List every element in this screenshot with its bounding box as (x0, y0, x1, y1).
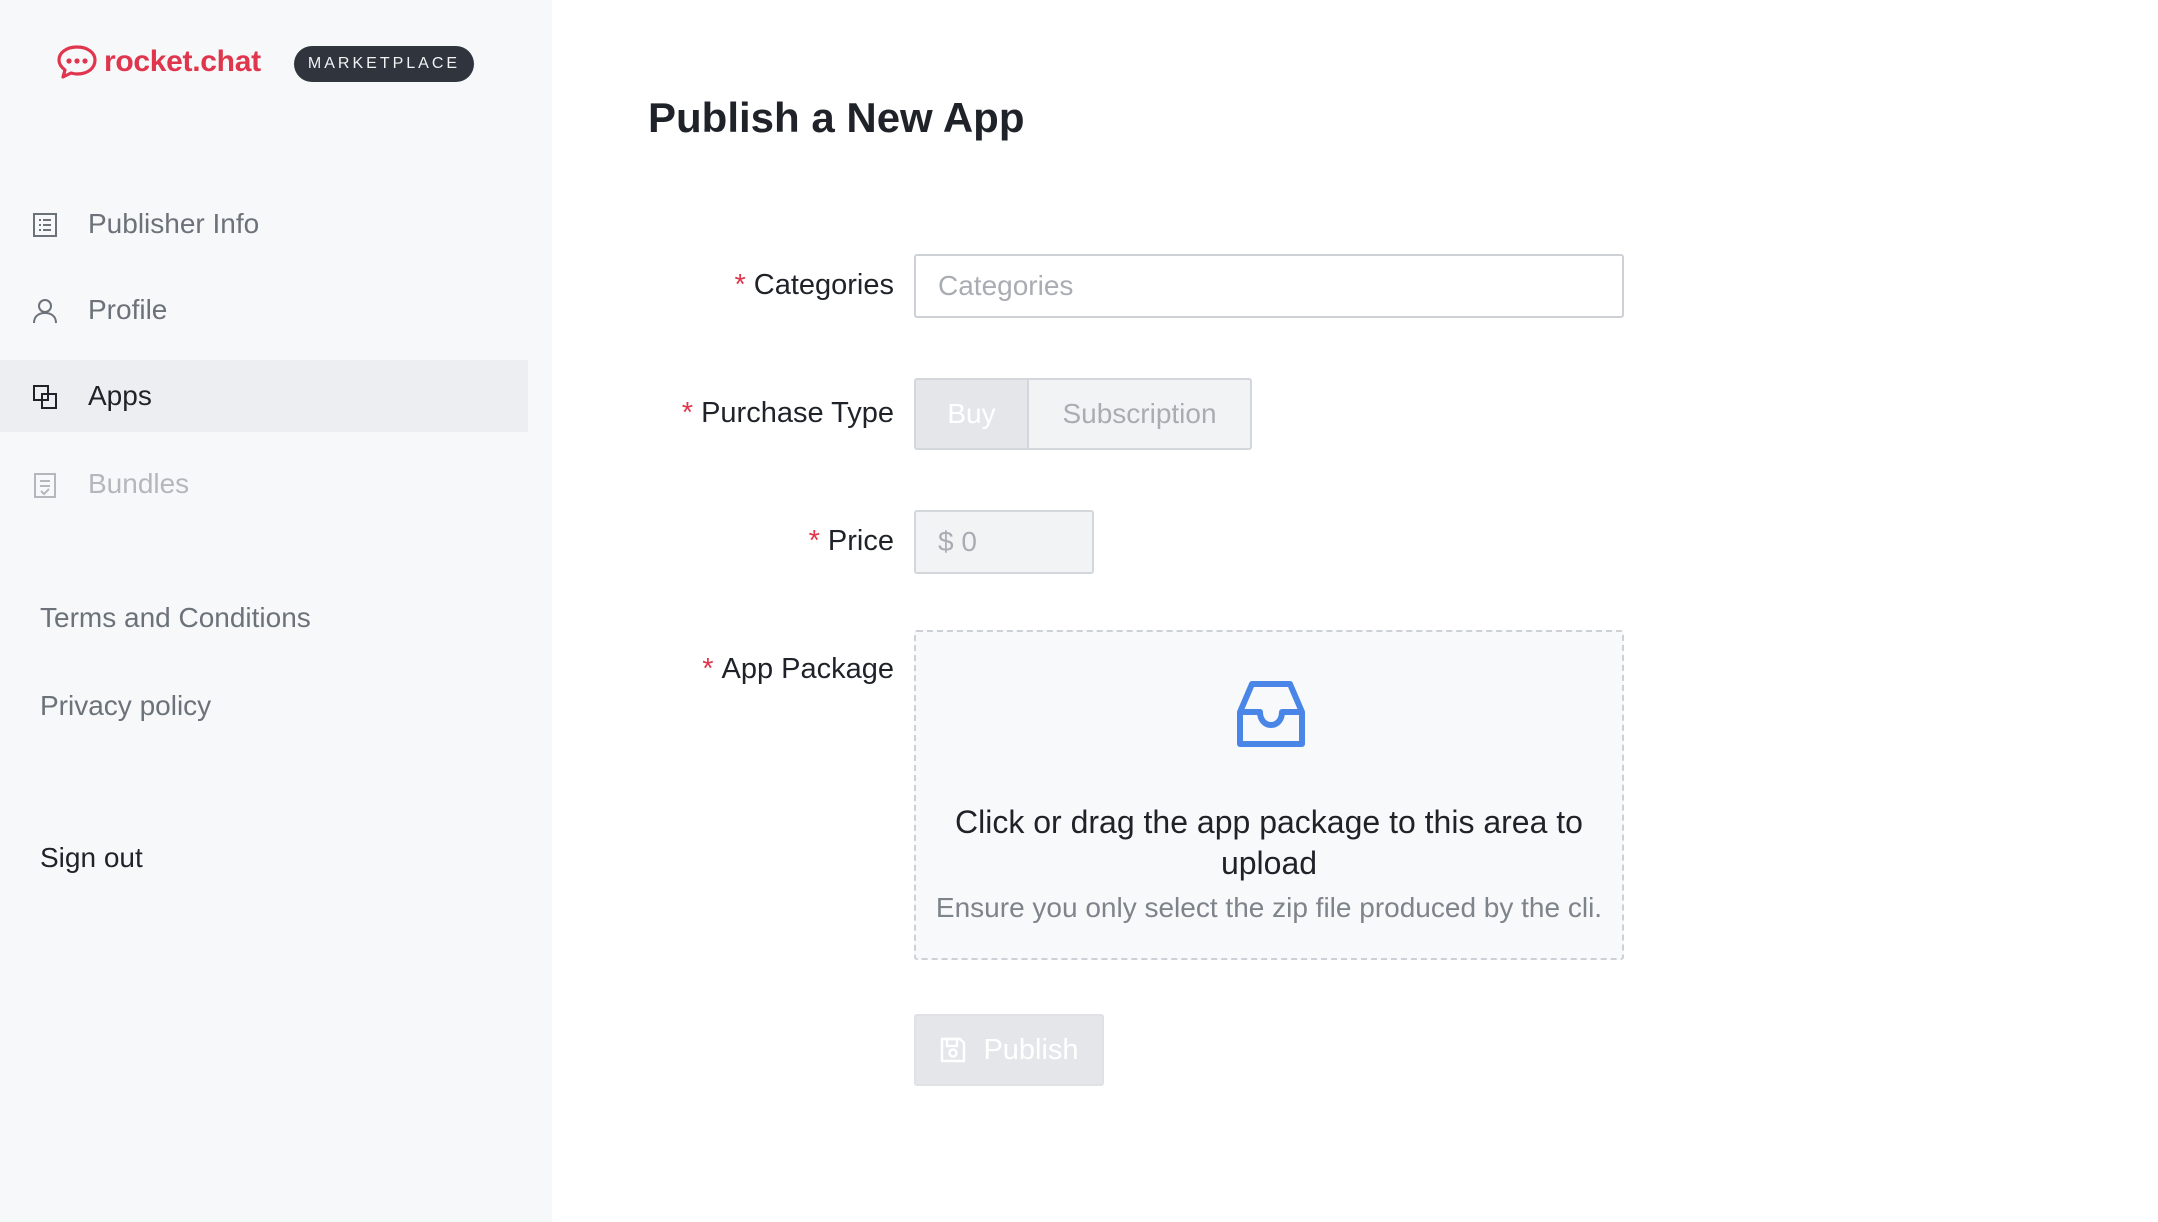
purchase-type-label: * Purchase Type (682, 397, 894, 430)
chat-bubble-logo-icon (57, 45, 97, 79)
categories-input[interactable] (914, 254, 1624, 318)
signout-link[interactable]: Sign out (40, 842, 143, 874)
sidebar-item-apps[interactable]: Apps (0, 360, 528, 432)
app-package-label-text: App Package (721, 653, 894, 685)
sidebar-item-profile[interactable]: Profile (0, 274, 528, 346)
sidebar-item-label: Apps (88, 380, 152, 411)
app-package-label: * App Package (702, 653, 894, 686)
rocketchat-logo[interactable]: rocket.chat (56, 44, 261, 80)
sidebar-item-bundles[interactable]: Bundles (0, 448, 528, 520)
app-package-dropzone[interactable]: Click or drag the app package to this ar… (914, 630, 1624, 960)
required-mark: * (734, 269, 746, 301)
save-icon (941, 1037, 966, 1063)
dropzone-title: Click or drag the app package to this ar… (955, 804, 1583, 881)
sidebar-item-label: Profile (88, 294, 168, 325)
price-label-text: Price (827, 525, 894, 557)
apps-icon (33, 385, 57, 409)
publish-button[interactable]: Publish (914, 1014, 1104, 1086)
publish-button-label: Publish (983, 1033, 1079, 1066)
bundle-icon (34, 473, 56, 498)
price-label: * Price (809, 525, 894, 558)
dropzone-hint: Ensure you only select the zip file prod… (935, 892, 1603, 923)
required-mark: * (702, 653, 714, 685)
sidebar: rocket.chat MARKETPLACE Publisher Info P… (0, 0, 552, 1222)
terms-link[interactable]: Terms and Conditions (40, 602, 311, 634)
page-title: Publish a New App (648, 94, 1025, 141)
categories-label: * Categories (734, 269, 894, 302)
required-mark: * (808, 525, 820, 557)
price-input[interactable] (914, 510, 1094, 574)
user-icon (33, 299, 57, 324)
sidebar-item-label: Publisher Info (88, 208, 260, 239)
sidebar-item-publisher-info[interactable]: Publisher Info (0, 188, 528, 260)
marketplace-badge: MARKETPLACE (294, 46, 474, 82)
logo-text: rocket.chat (104, 45, 261, 78)
list-icon (33, 213, 57, 237)
privacy-link[interactable]: Privacy policy (40, 690, 211, 722)
purchase-type-toggle: Buy Subscription (914, 378, 1252, 450)
required-mark: * (681, 397, 694, 429)
inbox-icon (1237, 681, 1305, 747)
sidebar-item-label: Bundles (88, 468, 190, 499)
purchase-type-label-text: Purchase Type (701, 397, 894, 429)
subscription-option[interactable]: Subscription (1028, 378, 1252, 450)
buy-option[interactable]: Buy (914, 378, 1028, 450)
categories-label-text: Categories (753, 269, 894, 301)
